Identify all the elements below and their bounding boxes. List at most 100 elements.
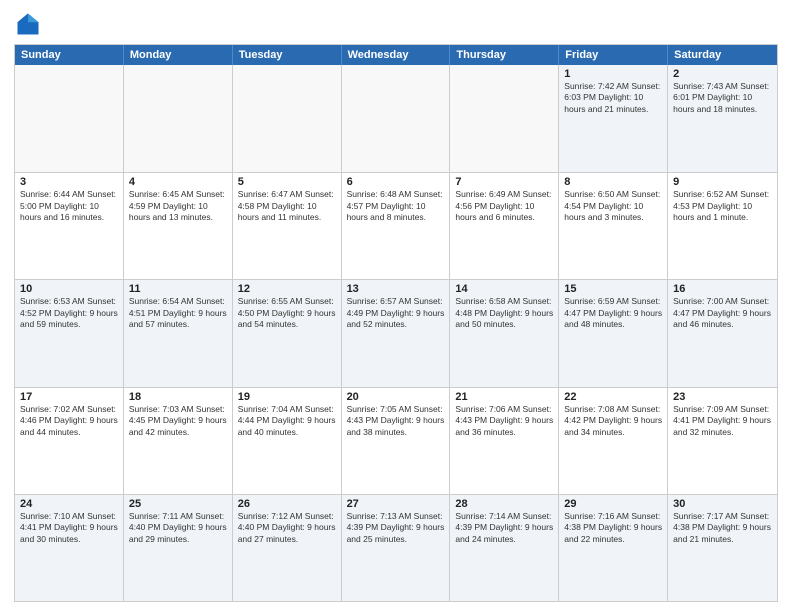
header-day-thursday: Thursday: [450, 45, 559, 65]
day-number: 21: [455, 391, 553, 403]
cal-cell: 5Sunrise: 6:47 AM Sunset: 4:58 PM Daylig…: [233, 173, 342, 279]
cal-cell: [342, 65, 451, 172]
cell-info: Sunrise: 6:50 AM Sunset: 4:54 PM Dayligh…: [564, 189, 662, 223]
day-number: 30: [673, 498, 772, 510]
cal-cell: [15, 65, 124, 172]
week-row-1: 1Sunrise: 7:42 AM Sunset: 6:03 PM Daylig…: [15, 65, 777, 172]
week-row-4: 17Sunrise: 7:02 AM Sunset: 4:46 PM Dayli…: [15, 387, 777, 494]
cell-info: Sunrise: 7:08 AM Sunset: 4:42 PM Dayligh…: [564, 404, 662, 438]
day-number: 22: [564, 391, 662, 403]
cal-cell: 24Sunrise: 7:10 AM Sunset: 4:41 PM Dayli…: [15, 495, 124, 601]
day-number: 4: [129, 176, 227, 188]
cell-info: Sunrise: 7:10 AM Sunset: 4:41 PM Dayligh…: [20, 511, 118, 545]
day-number: 29: [564, 498, 662, 510]
day-number: 7: [455, 176, 553, 188]
day-number: 27: [347, 498, 445, 510]
logo-icon: [14, 10, 42, 38]
calendar: SundayMondayTuesdayWednesdayThursdayFrid…: [14, 44, 778, 602]
cal-cell: [450, 65, 559, 172]
cal-cell: [233, 65, 342, 172]
cal-cell: 13Sunrise: 6:57 AM Sunset: 4:49 PM Dayli…: [342, 280, 451, 386]
cal-cell: 23Sunrise: 7:09 AM Sunset: 4:41 PM Dayli…: [668, 388, 777, 494]
cell-info: Sunrise: 6:54 AM Sunset: 4:51 PM Dayligh…: [129, 296, 227, 330]
cal-cell: 3Sunrise: 6:44 AM Sunset: 5:00 PM Daylig…: [15, 173, 124, 279]
cal-cell: 9Sunrise: 6:52 AM Sunset: 4:53 PM Daylig…: [668, 173, 777, 279]
cal-cell: 4Sunrise: 6:45 AM Sunset: 4:59 PM Daylig…: [124, 173, 233, 279]
cell-info: Sunrise: 6:49 AM Sunset: 4:56 PM Dayligh…: [455, 189, 553, 223]
day-number: 25: [129, 498, 227, 510]
cal-cell: 30Sunrise: 7:17 AM Sunset: 4:38 PM Dayli…: [668, 495, 777, 601]
cell-info: Sunrise: 6:57 AM Sunset: 4:49 PM Dayligh…: [347, 296, 445, 330]
cal-cell: 6Sunrise: 6:48 AM Sunset: 4:57 PM Daylig…: [342, 173, 451, 279]
cell-info: Sunrise: 7:02 AM Sunset: 4:46 PM Dayligh…: [20, 404, 118, 438]
cell-info: Sunrise: 6:44 AM Sunset: 5:00 PM Dayligh…: [20, 189, 118, 223]
cell-info: Sunrise: 6:53 AM Sunset: 4:52 PM Dayligh…: [20, 296, 118, 330]
cell-info: Sunrise: 7:14 AM Sunset: 4:39 PM Dayligh…: [455, 511, 553, 545]
cal-cell: 11Sunrise: 6:54 AM Sunset: 4:51 PM Dayli…: [124, 280, 233, 386]
page: SundayMondayTuesdayWednesdayThursdayFrid…: [0, 0, 792, 612]
cell-info: Sunrise: 7:17 AM Sunset: 4:38 PM Dayligh…: [673, 511, 772, 545]
day-number: 5: [238, 176, 336, 188]
day-number: 20: [347, 391, 445, 403]
cell-info: Sunrise: 6:47 AM Sunset: 4:58 PM Dayligh…: [238, 189, 336, 223]
cal-cell: 15Sunrise: 6:59 AM Sunset: 4:47 PM Dayli…: [559, 280, 668, 386]
cal-cell: 2Sunrise: 7:43 AM Sunset: 6:01 PM Daylig…: [668, 65, 777, 172]
day-number: 8: [564, 176, 662, 188]
day-number: 6: [347, 176, 445, 188]
logo: [14, 10, 46, 38]
day-number: 2: [673, 68, 772, 80]
day-number: 14: [455, 283, 553, 295]
day-number: 3: [20, 176, 118, 188]
cell-info: Sunrise: 6:52 AM Sunset: 4:53 PM Dayligh…: [673, 189, 772, 223]
cal-cell: 17Sunrise: 7:02 AM Sunset: 4:46 PM Dayli…: [15, 388, 124, 494]
cal-cell: 21Sunrise: 7:06 AM Sunset: 4:43 PM Dayli…: [450, 388, 559, 494]
cell-info: Sunrise: 6:58 AM Sunset: 4:48 PM Dayligh…: [455, 296, 553, 330]
cal-cell: 20Sunrise: 7:05 AM Sunset: 4:43 PM Dayli…: [342, 388, 451, 494]
cell-info: Sunrise: 7:03 AM Sunset: 4:45 PM Dayligh…: [129, 404, 227, 438]
calendar-body: 1Sunrise: 7:42 AM Sunset: 6:03 PM Daylig…: [15, 65, 777, 601]
cal-cell: 14Sunrise: 6:58 AM Sunset: 4:48 PM Dayli…: [450, 280, 559, 386]
cell-info: Sunrise: 7:43 AM Sunset: 6:01 PM Dayligh…: [673, 81, 772, 115]
header: [14, 10, 778, 38]
header-day-saturday: Saturday: [668, 45, 777, 65]
cal-cell: 19Sunrise: 7:04 AM Sunset: 4:44 PM Dayli…: [233, 388, 342, 494]
cell-info: Sunrise: 6:48 AM Sunset: 4:57 PM Dayligh…: [347, 189, 445, 223]
day-number: 16: [673, 283, 772, 295]
cell-info: Sunrise: 7:42 AM Sunset: 6:03 PM Dayligh…: [564, 81, 662, 115]
header-day-wednesday: Wednesday: [342, 45, 451, 65]
cell-info: Sunrise: 7:04 AM Sunset: 4:44 PM Dayligh…: [238, 404, 336, 438]
day-number: 11: [129, 283, 227, 295]
cal-cell: 1Sunrise: 7:42 AM Sunset: 6:03 PM Daylig…: [559, 65, 668, 172]
cal-cell: 26Sunrise: 7:12 AM Sunset: 4:40 PM Dayli…: [233, 495, 342, 601]
cal-cell: 28Sunrise: 7:14 AM Sunset: 4:39 PM Dayli…: [450, 495, 559, 601]
cell-info: Sunrise: 6:55 AM Sunset: 4:50 PM Dayligh…: [238, 296, 336, 330]
day-number: 1: [564, 68, 662, 80]
cell-info: Sunrise: 7:06 AM Sunset: 4:43 PM Dayligh…: [455, 404, 553, 438]
cell-info: Sunrise: 7:16 AM Sunset: 4:38 PM Dayligh…: [564, 511, 662, 545]
day-number: 23: [673, 391, 772, 403]
header-day-friday: Friday: [559, 45, 668, 65]
week-row-2: 3Sunrise: 6:44 AM Sunset: 5:00 PM Daylig…: [15, 172, 777, 279]
cal-cell: 18Sunrise: 7:03 AM Sunset: 4:45 PM Dayli…: [124, 388, 233, 494]
day-number: 28: [455, 498, 553, 510]
day-number: 13: [347, 283, 445, 295]
cell-info: Sunrise: 6:59 AM Sunset: 4:47 PM Dayligh…: [564, 296, 662, 330]
cal-cell: 16Sunrise: 7:00 AM Sunset: 4:47 PM Dayli…: [668, 280, 777, 386]
day-number: 9: [673, 176, 772, 188]
cell-info: Sunrise: 7:05 AM Sunset: 4:43 PM Dayligh…: [347, 404, 445, 438]
cal-cell: 8Sunrise: 6:50 AM Sunset: 4:54 PM Daylig…: [559, 173, 668, 279]
day-number: 24: [20, 498, 118, 510]
cal-cell: 27Sunrise: 7:13 AM Sunset: 4:39 PM Dayli…: [342, 495, 451, 601]
cell-info: Sunrise: 7:00 AM Sunset: 4:47 PM Dayligh…: [673, 296, 772, 330]
cal-cell: 7Sunrise: 6:49 AM Sunset: 4:56 PM Daylig…: [450, 173, 559, 279]
day-number: 19: [238, 391, 336, 403]
day-number: 15: [564, 283, 662, 295]
cell-info: Sunrise: 7:13 AM Sunset: 4:39 PM Dayligh…: [347, 511, 445, 545]
cell-info: Sunrise: 6:45 AM Sunset: 4:59 PM Dayligh…: [129, 189, 227, 223]
header-day-monday: Monday: [124, 45, 233, 65]
day-number: 18: [129, 391, 227, 403]
cal-cell: 25Sunrise: 7:11 AM Sunset: 4:40 PM Dayli…: [124, 495, 233, 601]
cell-info: Sunrise: 7:12 AM Sunset: 4:40 PM Dayligh…: [238, 511, 336, 545]
week-row-3: 10Sunrise: 6:53 AM Sunset: 4:52 PM Dayli…: [15, 279, 777, 386]
day-number: 26: [238, 498, 336, 510]
